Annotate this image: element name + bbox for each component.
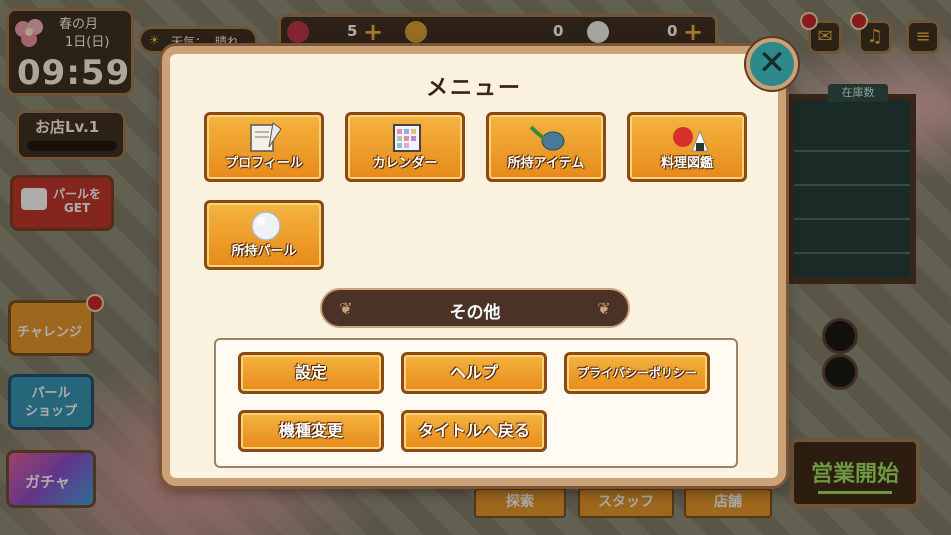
other-section-title: その他	[449, 303, 501, 323]
food-tomato-onigiri-icon	[673, 127, 708, 152]
recipe-book-tile[interactable]: 料理図鑑	[627, 112, 747, 182]
help-button[interactable]: ヘルプ	[401, 352, 547, 394]
settings-button[interactable]: 設定	[238, 352, 384, 394]
owned-pearls-label: 所持パール	[231, 244, 297, 259]
items-tile[interactable]: 所持アイテム	[486, 112, 606, 182]
profile-scroll-icon	[250, 122, 282, 152]
calendar-tile[interactable]: カレンダー	[345, 112, 465, 182]
menu-title: メニュー	[425, 76, 522, 101]
privacy-policy-button[interactable]: プライバシーポリシー	[564, 352, 710, 394]
items-label: 所持アイテム	[507, 156, 585, 171]
other-section-header: ❦ その他 ❦	[320, 288, 630, 328]
owned-pearls-tile[interactable]: 所持パール	[204, 200, 324, 270]
calendar-label: カレンダー	[372, 156, 438, 171]
close-icon: ✕	[757, 43, 787, 83]
device-transfer-button[interactable]: 機種変更	[238, 410, 384, 452]
ornament-right-icon: ❦	[597, 299, 611, 318]
calendar-icon	[393, 124, 421, 152]
back-to-title-button[interactable]: タイトルへ戻る	[401, 410, 547, 452]
item-teapot-icon	[529, 125, 565, 151]
pearl-icon	[251, 211, 281, 241]
close-button[interactable]: ✕	[746, 38, 798, 90]
recipe-book-label: 料理図鑑	[660, 156, 713, 171]
profile-label: プロフィール	[225, 156, 303, 171]
profile-tile[interactable]: プロフィール	[204, 112, 324, 182]
